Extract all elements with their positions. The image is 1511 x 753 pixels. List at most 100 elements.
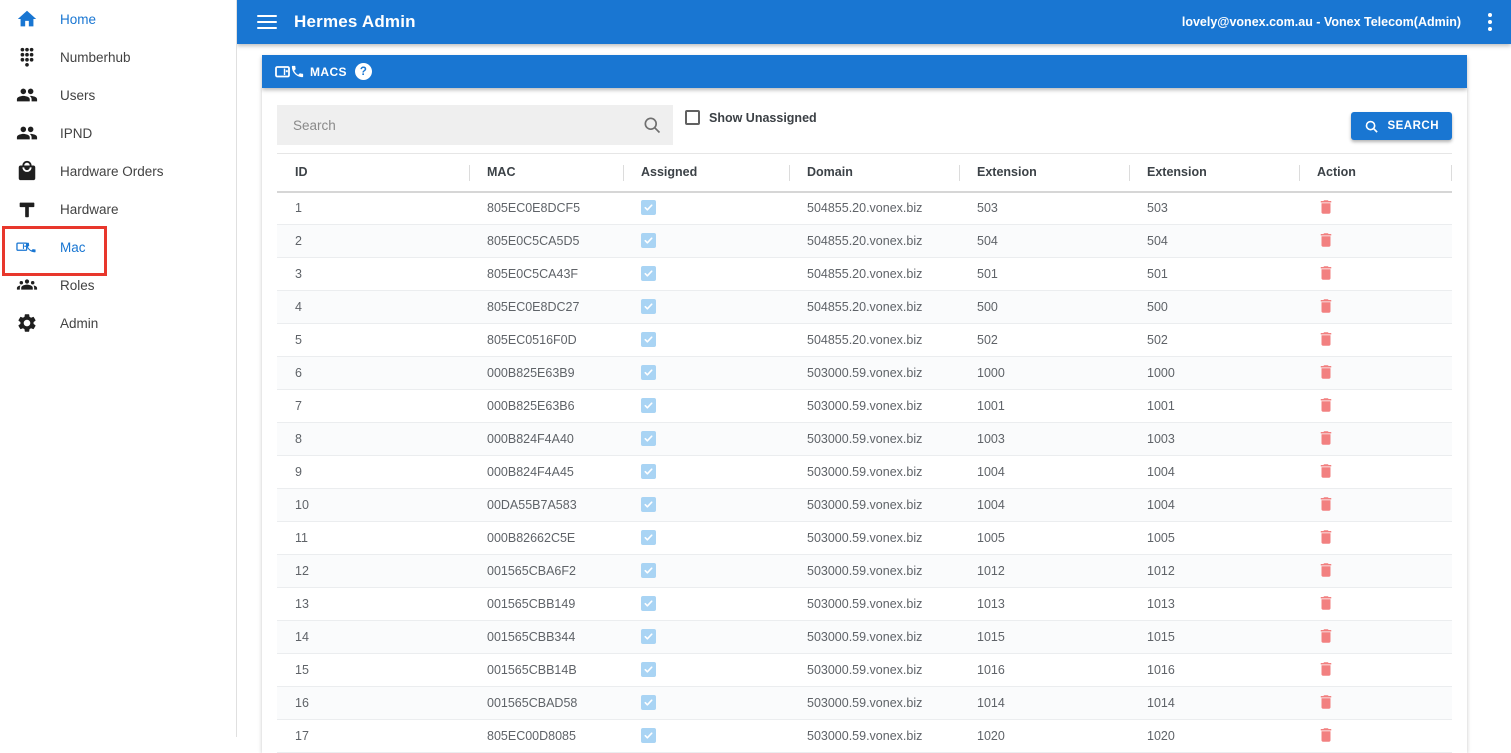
sidebar-item-hardware-orders[interactable]: Hardware Orders xyxy=(0,152,236,190)
delete-icon[interactable] xyxy=(1317,693,1335,711)
delete-icon[interactable] xyxy=(1317,396,1335,414)
show-unassigned-checkbox[interactable] xyxy=(685,110,700,125)
cell-action xyxy=(1299,389,1452,423)
cell-extension-2: 1001 xyxy=(1129,389,1299,423)
cell-extension-1: 1001 xyxy=(959,389,1129,423)
sidebar: Home Numberhub Users IPND Hardware Orders Har… xyxy=(0,0,237,737)
show-unassigned-checkbox-group[interactable]: Show Unassigned xyxy=(685,110,817,125)
cell-extension-2: 1004 xyxy=(1129,455,1299,489)
people-icon xyxy=(16,84,38,106)
sidebar-item-mac[interactable]: Mac xyxy=(0,228,236,266)
cell-extension-2: 1013 xyxy=(1129,587,1299,621)
sidebar-item-numberhub[interactable]: Numberhub xyxy=(0,38,236,76)
sidebar-item-label: Roles xyxy=(60,277,95,293)
cell-assigned xyxy=(623,455,789,489)
cell-action xyxy=(1299,488,1452,522)
assigned-checkbox xyxy=(641,497,656,512)
cell-action xyxy=(1299,290,1452,324)
cell-extension-2: 1003 xyxy=(1129,422,1299,456)
table-row: 13 001565CBB149 503000.59.vonex.biz 1013 101… xyxy=(277,587,1452,621)
delete-icon[interactable] xyxy=(1317,264,1335,282)
cell-id: 7 xyxy=(277,389,469,423)
delete-icon[interactable] xyxy=(1317,198,1335,216)
assigned-checkbox xyxy=(641,233,656,248)
delete-icon[interactable] xyxy=(1317,627,1335,645)
sidebar-item-home[interactable]: Home xyxy=(0,0,236,38)
menu-icon[interactable] xyxy=(257,15,277,29)
cell-domain: 503000.59.vonex.biz xyxy=(789,521,959,555)
cell-id: 15 xyxy=(277,653,469,687)
assigned-checkbox xyxy=(641,695,656,710)
cell-extension-1: 502 xyxy=(959,323,1129,357)
sidebar-item-users[interactable]: Users xyxy=(0,76,236,114)
sidebar-item-admin[interactable]: Admin xyxy=(0,304,236,342)
delete-icon[interactable] xyxy=(1317,561,1335,579)
delete-icon[interactable] xyxy=(1317,363,1335,381)
column-header-extension-2: Extension xyxy=(1129,153,1299,193)
delete-icon[interactable] xyxy=(1317,231,1335,249)
cell-extension-2: 1016 xyxy=(1129,653,1299,687)
cell-extension-1: 1012 xyxy=(959,554,1129,588)
sidebar-item-hardware[interactable]: Hardware xyxy=(0,190,236,228)
assigned-checkbox xyxy=(641,596,656,611)
delete-icon[interactable] xyxy=(1317,330,1335,348)
cell-id: 4 xyxy=(277,290,469,324)
cell-action xyxy=(1299,653,1452,687)
sidebar-item-ipnd[interactable]: IPND xyxy=(0,114,236,152)
tab-macs-label: MACS xyxy=(310,64,347,79)
search-input[interactable] xyxy=(277,105,673,145)
delete-icon[interactable] xyxy=(1317,660,1335,678)
cell-mac: 805EC00D8085 xyxy=(469,719,623,753)
assigned-checkbox xyxy=(641,464,656,479)
table-row: 3 805E0C5CA43F 504855.20.vonex.biz 501 501 xyxy=(277,257,1452,291)
cell-domain: 503000.59.vonex.biz xyxy=(789,488,959,522)
cell-assigned xyxy=(623,719,789,753)
delete-icon[interactable] xyxy=(1317,297,1335,315)
cell-mac: 001565CBAD58 xyxy=(469,686,623,720)
delete-icon[interactable] xyxy=(1317,528,1335,546)
sidebar-item-roles[interactable]: Roles xyxy=(0,266,236,304)
group-icon xyxy=(16,274,38,296)
cell-extension-1: 1005 xyxy=(959,521,1129,555)
delete-icon[interactable] xyxy=(1317,429,1335,447)
cell-assigned xyxy=(623,686,789,720)
tab-macs[interactable]: MACS ? xyxy=(262,55,385,88)
cell-extension-2: 504 xyxy=(1129,224,1299,258)
table-row: 16 001565CBAD58 503000.59.vonex.biz 1014 101… xyxy=(277,686,1452,720)
cell-id: 9 xyxy=(277,455,469,489)
cell-extension-2: 502 xyxy=(1129,323,1299,357)
sidebar-item-label: Numberhub xyxy=(60,49,131,65)
cell-mac: 001565CBB344 xyxy=(469,620,623,654)
delete-icon[interactable] xyxy=(1317,594,1335,612)
cell-mac: 805E0C5CA5D5 xyxy=(469,224,623,258)
cell-action xyxy=(1299,191,1452,225)
assigned-checkbox xyxy=(641,299,656,314)
gear-icon xyxy=(16,312,38,334)
sidebar-item-label: Hardware Orders xyxy=(60,163,164,179)
cell-extension-1: 1016 xyxy=(959,653,1129,687)
sidebar-item-label: IPND xyxy=(60,125,93,141)
cell-mac: 00DA55B7A583 xyxy=(469,488,623,522)
column-header-mac: MAC xyxy=(469,153,623,193)
cell-extension-2: 1015 xyxy=(1129,620,1299,654)
help-icon[interactable]: ? xyxy=(354,63,372,80)
search-button-label: SEARCH xyxy=(1387,120,1439,132)
assigned-checkbox xyxy=(641,365,656,380)
more-options-icon[interactable] xyxy=(1475,7,1505,37)
search-button[interactable]: SEARCH xyxy=(1351,112,1452,140)
bag-icon xyxy=(16,160,38,182)
cell-assigned xyxy=(623,653,789,687)
assigned-checkbox xyxy=(641,662,656,677)
cell-id: 16 xyxy=(277,686,469,720)
cell-assigned xyxy=(623,191,789,225)
people-icon xyxy=(16,122,38,144)
hammer-icon xyxy=(16,198,38,220)
delete-icon[interactable] xyxy=(1317,462,1335,480)
cell-extension-1: 1013 xyxy=(959,587,1129,621)
table-row: 11 000B82662C5E 503000.59.vonex.biz 1005 100… xyxy=(277,521,1452,555)
delete-icon[interactable] xyxy=(1317,495,1335,513)
column-header-extension: Extension xyxy=(959,153,1129,193)
delete-icon[interactable] xyxy=(1317,726,1335,744)
home-icon xyxy=(16,8,38,30)
cell-domain: 503000.59.vonex.biz xyxy=(789,653,959,687)
